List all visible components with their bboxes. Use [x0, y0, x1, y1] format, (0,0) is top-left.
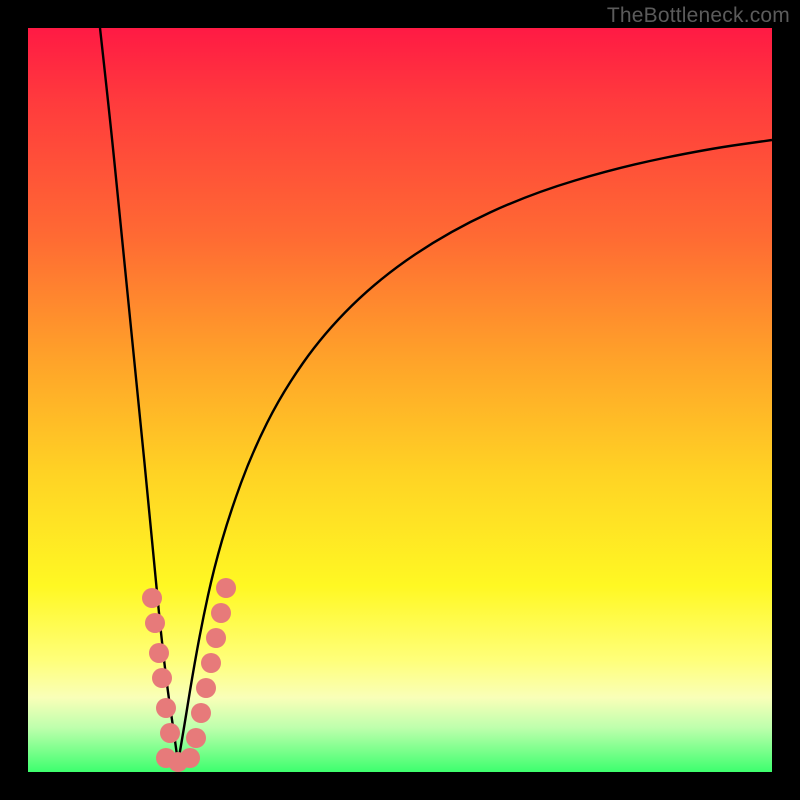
attribution-text: TheBottleneck.com	[607, 4, 790, 28]
scatter-dot	[180, 748, 200, 768]
scatter-dot	[216, 578, 236, 598]
curve-right-branch	[178, 140, 772, 763]
scatter-dot	[186, 728, 206, 748]
scatter-dots	[142, 578, 236, 772]
scatter-dot	[156, 698, 176, 718]
scatter-dot	[206, 628, 226, 648]
chart-svg	[28, 28, 772, 772]
scatter-dot	[211, 603, 231, 623]
scatter-dot	[142, 588, 162, 608]
scatter-dot	[149, 643, 169, 663]
scatter-dot	[160, 723, 180, 743]
scatter-dot	[145, 613, 165, 633]
scatter-dot	[152, 668, 172, 688]
outer-frame: TheBottleneck.com	[0, 0, 800, 800]
scatter-dot	[201, 653, 221, 673]
scatter-dot	[196, 678, 216, 698]
scatter-dot	[191, 703, 211, 723]
plot-area	[28, 28, 772, 772]
